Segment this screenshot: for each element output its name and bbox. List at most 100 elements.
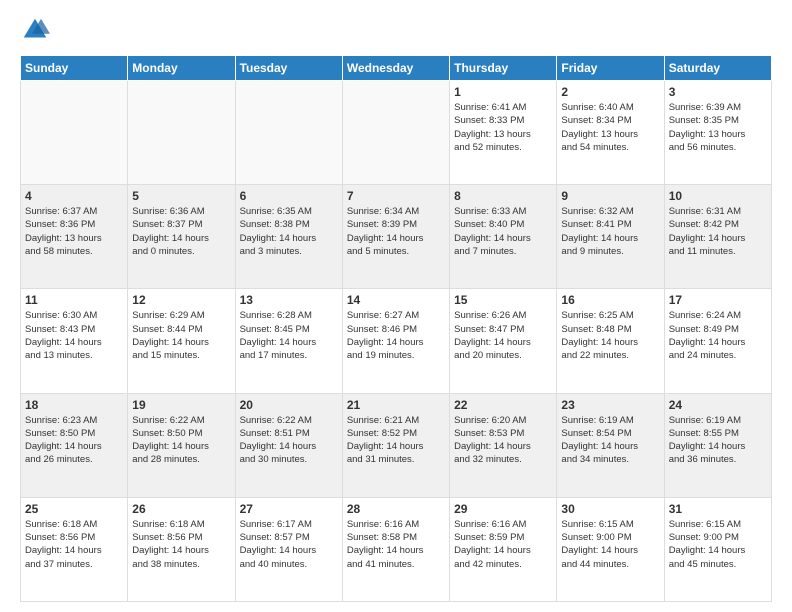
day-info: Sunrise: 6:26 AM Sunset: 8:47 PM Dayligh… [454,309,552,362]
day-info: Sunrise: 6:19 AM Sunset: 8:54 PM Dayligh… [561,414,659,467]
day-number: 9 [561,189,659,203]
day-info: Sunrise: 6:16 AM Sunset: 8:58 PM Dayligh… [347,518,445,571]
day-number: 27 [240,502,338,516]
logo-icon [20,15,50,45]
day-info: Sunrise: 6:16 AM Sunset: 8:59 PM Dayligh… [454,518,552,571]
day-cell: 31Sunrise: 6:15 AM Sunset: 9:00 PM Dayli… [664,497,771,601]
day-info: Sunrise: 6:21 AM Sunset: 8:52 PM Dayligh… [347,414,445,467]
day-cell: 25 Sunrise: 6:18 AM Sunset: 8:56 PM Dayli… [21,497,128,601]
day-cell [21,81,128,185]
day-number: 28 [347,502,445,516]
day-info: Sunrise: 6:28 AM Sunset: 8:45 PM Dayligh… [240,309,338,362]
day-number: 19 [132,398,230,412]
day-cell [235,81,342,185]
day-cell: 8 Sunrise: 6:33 AM Sunset: 8:40 PM Daylig… [450,185,557,289]
day-cell: 17 Sunrise: 6:24 AM Sunset: 8:49 PM Dayli… [664,289,771,393]
day-number: 14 [347,293,445,307]
day-info: Sunrise: 6:22 AM Sunset: 8:51 PM Dayligh… [240,414,338,467]
day-info: Sunrise: 6:27 AM Sunset: 8:46 PM Dayligh… [347,309,445,362]
day-cell: 11Sunrise: 6:30 AM Sunset: 8:43 PM Dayli… [21,289,128,393]
day-cell: 7 Sunrise: 6:34 AM Sunset: 8:39 PM Daylig… [342,185,449,289]
day-cell: 23 Sunrise: 6:19 AM Sunset: 8:54 PM Dayli… [557,393,664,497]
day-number: 17 [669,293,767,307]
day-number: 30 [561,502,659,516]
week-row-5: 25 Sunrise: 6:18 AM Sunset: 8:56 PM Dayli… [21,497,772,601]
day-info: Sunrise: 6:24 AM Sunset: 8:49 PM Dayligh… [669,309,767,362]
header-monday: Monday [128,56,235,81]
day-info: Sunrise: 6:32 AM Sunset: 8:41 PM Dayligh… [561,205,659,258]
day-info: Sunrise: 6:15 AM Sunset: 9:00 PM Dayligh… [561,518,659,571]
day-cell: 5 Sunrise: 6:36 AM Sunset: 8:37 PM Daylig… [128,185,235,289]
day-cell: 2 Sunrise: 6:40 AM Sunset: 8:34 PM Daylig… [557,81,664,185]
day-cell: 15Sunrise: 6:26 AM Sunset: 8:47 PM Dayli… [450,289,557,393]
day-info: Sunrise: 6:39 AM Sunset: 8:35 PM Dayligh… [669,101,767,154]
header-wednesday: Wednesday [342,56,449,81]
calendar-header: SundayMondayTuesdayWednesdayThursdayFrid… [21,56,772,81]
header-friday: Friday [557,56,664,81]
day-info: Sunrise: 6:31 AM Sunset: 8:42 PM Dayligh… [669,205,767,258]
week-row-1: 1Sunrise: 6:41 AM Sunset: 8:33 PM Daylig… [21,81,772,185]
day-number: 20 [240,398,338,412]
day-cell [342,81,449,185]
day-number: 29 [454,502,552,516]
day-info: Sunrise: 6:34 AM Sunset: 8:39 PM Dayligh… [347,205,445,258]
day-number: 4 [25,189,123,203]
day-info: Sunrise: 6:37 AM Sunset: 8:36 PM Dayligh… [25,205,123,258]
logo [20,15,55,45]
day-number: 21 [347,398,445,412]
day-cell: 19 Sunrise: 6:22 AM Sunset: 8:50 PM Dayli… [128,393,235,497]
day-number: 6 [240,189,338,203]
week-row-4: 18Sunrise: 6:23 AM Sunset: 8:50 PM Dayli… [21,393,772,497]
day-number: 8 [454,189,552,203]
day-info: Sunrise: 6:22 AM Sunset: 8:50 PM Dayligh… [132,414,230,467]
day-cell: 6 Sunrise: 6:35 AM Sunset: 8:38 PM Daylig… [235,185,342,289]
day-number: 18 [25,398,123,412]
day-info: Sunrise: 6:29 AM Sunset: 8:44 PM Dayligh… [132,309,230,362]
day-cell: 21 Sunrise: 6:21 AM Sunset: 8:52 PM Dayli… [342,393,449,497]
day-cell: 4 Sunrise: 6:37 AM Sunset: 8:36 PM Daylig… [21,185,128,289]
day-cell [128,81,235,185]
day-info: Sunrise: 6:33 AM Sunset: 8:40 PM Dayligh… [454,205,552,258]
day-cell: 16Sunrise: 6:25 AM Sunset: 8:48 PM Dayli… [557,289,664,393]
header-sunday: Sunday [21,56,128,81]
day-info: Sunrise: 6:35 AM Sunset: 8:38 PM Dayligh… [240,205,338,258]
day-number: 25 [25,502,123,516]
day-info: Sunrise: 6:17 AM Sunset: 8:57 PM Dayligh… [240,518,338,571]
day-number: 3 [669,85,767,99]
day-number: 5 [132,189,230,203]
header-row: SundayMondayTuesdayWednesdayThursdayFrid… [21,56,772,81]
day-cell: 9 Sunrise: 6:32 AM Sunset: 8:41 PM Daylig… [557,185,664,289]
day-number: 2 [561,85,659,99]
day-info: Sunrise: 6:25 AM Sunset: 8:48 PM Dayligh… [561,309,659,362]
day-number: 23 [561,398,659,412]
header-saturday: Saturday [664,56,771,81]
day-number: 1 [454,85,552,99]
day-cell: 18Sunrise: 6:23 AM Sunset: 8:50 PM Dayli… [21,393,128,497]
day-info: Sunrise: 6:18 AM Sunset: 8:56 PM Dayligh… [132,518,230,571]
day-number: 11 [25,293,123,307]
day-cell: 30 Sunrise: 6:15 AM Sunset: 9:00 PM Dayli… [557,497,664,601]
day-cell: 22Sunrise: 6:20 AM Sunset: 8:53 PM Dayli… [450,393,557,497]
day-info: Sunrise: 6:36 AM Sunset: 8:37 PM Dayligh… [132,205,230,258]
day-number: 24 [669,398,767,412]
day-number: 12 [132,293,230,307]
day-cell: 3 Sunrise: 6:39 AM Sunset: 8:35 PM Daylig… [664,81,771,185]
day-cell: 26Sunrise: 6:18 AM Sunset: 8:56 PM Dayli… [128,497,235,601]
day-number: 10 [669,189,767,203]
week-row-3: 11Sunrise: 6:30 AM Sunset: 8:43 PM Dayli… [21,289,772,393]
day-info: Sunrise: 6:19 AM Sunset: 8:55 PM Dayligh… [669,414,767,467]
header [20,15,772,45]
calendar-body: 1Sunrise: 6:41 AM Sunset: 8:33 PM Daylig… [21,81,772,602]
day-cell: 14 Sunrise: 6:27 AM Sunset: 8:46 PM Dayli… [342,289,449,393]
day-cell: 27 Sunrise: 6:17 AM Sunset: 8:57 PM Dayli… [235,497,342,601]
day-info: Sunrise: 6:18 AM Sunset: 8:56 PM Dayligh… [25,518,123,571]
page: SundayMondayTuesdayWednesdayThursdayFrid… [0,0,792,612]
day-number: 31 [669,502,767,516]
header-tuesday: Tuesday [235,56,342,81]
day-cell: 12 Sunrise: 6:29 AM Sunset: 8:44 PM Dayli… [128,289,235,393]
day-number: 7 [347,189,445,203]
day-info: Sunrise: 6:40 AM Sunset: 8:34 PM Dayligh… [561,101,659,154]
day-cell: 13Sunrise: 6:28 AM Sunset: 8:45 PM Dayli… [235,289,342,393]
day-cell: 1Sunrise: 6:41 AM Sunset: 8:33 PM Daylig… [450,81,557,185]
day-cell: 20 Sunrise: 6:22 AM Sunset: 8:51 PM Dayli… [235,393,342,497]
